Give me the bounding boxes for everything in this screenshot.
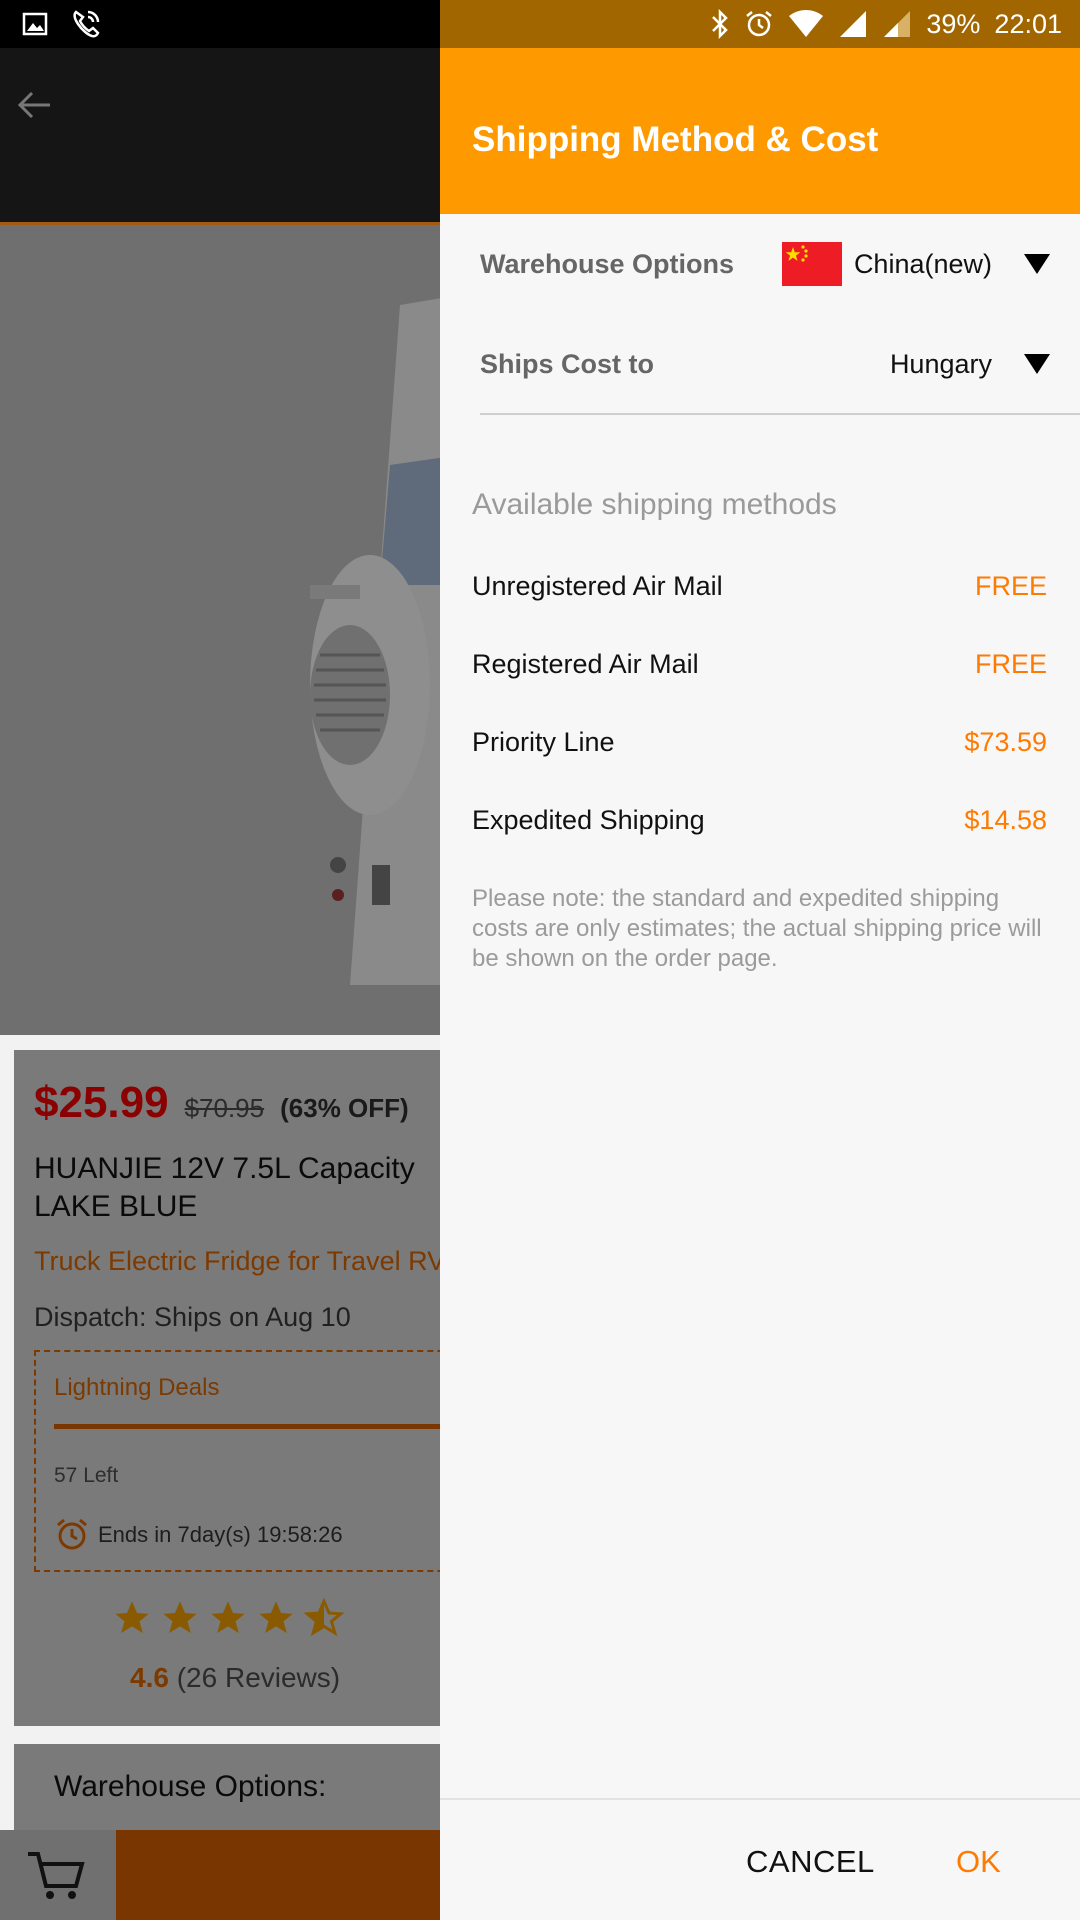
- shipping-method-row[interactable]: Registered Air Mail FREE: [472, 649, 1047, 680]
- cancel-button[interactable]: CANCEL: [746, 1844, 875, 1880]
- ships-to-dropdown[interactable]: Hungary: [890, 349, 1050, 380]
- discount-label: (63% OFF): [280, 1093, 409, 1123]
- deals-progress-bar: [54, 1424, 494, 1429]
- product-subtitle: Truck Electric Fridge for Travel RV: [34, 1246, 446, 1276]
- china-flag-icon: [781, 242, 842, 286]
- shipping-method-drawer: Shipping Method & Cost Warehouse Options…: [440, 48, 1080, 1920]
- shipping-method-cost: $14.58: [964, 805, 1047, 835]
- shipping-method-name: Unregistered Air Mail: [472, 571, 723, 601]
- cart-icon[interactable]: [26, 1850, 86, 1902]
- wifi-calling-icon: [70, 8, 102, 40]
- star-icon: [259, 1601, 293, 1633]
- lightning-deals-title: Lightning Deals: [54, 1374, 220, 1401]
- drawer-title: Shipping Method & Cost: [472, 120, 879, 159]
- deals-countdown: Ends in 7day(s) 19:58:26: [98, 1522, 343, 1547]
- shipping-method-name: Expedited Shipping: [472, 805, 705, 835]
- battery-percent: 39%: [926, 8, 981, 39]
- shipping-method-row[interactable]: Priority Line $73.59: [472, 727, 1047, 758]
- ships-to-label: Ships Cost to: [480, 348, 654, 379]
- shipping-method-row[interactable]: Unregistered Air Mail FREE: [472, 571, 1047, 602]
- back-arrow-icon[interactable]: [14, 84, 56, 126]
- footer-divider: [440, 1798, 1080, 1800]
- status-bar-right: 39% 22:01: [440, 0, 1080, 48]
- cell-signal-secondary-icon: [882, 9, 912, 39]
- product-title: HUANJIE 12V 7.5L Capacity LAKE BLUE: [34, 1152, 415, 1223]
- shipping-method-name: Priority Line: [472, 727, 615, 757]
- deals-stock-left: 57 Left: [54, 1464, 119, 1487]
- wifi-icon: [788, 10, 824, 38]
- ok-button[interactable]: OK: [956, 1844, 1001, 1880]
- warehouse-value: China(new): [853, 248, 992, 279]
- warehouse-dropdown[interactable]: China(new): [781, 242, 1050, 286]
- warehouse-option-row: Warehouse Options China(new): [480, 234, 1080, 294]
- shipping-method-name: Registered Air Mail: [472, 649, 699, 679]
- available-methods-title: Available shipping methods: [472, 488, 837, 521]
- review-count: (26 Reviews): [176, 1662, 341, 1693]
- shipping-method-cost: $73.59: [964, 727, 1047, 757]
- alarm-icon: [744, 9, 774, 39]
- warehouse-options-label: Warehouse Options:: [54, 1770, 327, 1803]
- shipping-method-cost: FREE: [974, 649, 1047, 679]
- fridge-image: [310, 295, 460, 985]
- rating-summary[interactable]: 4.6 (26 Reviews): [130, 1662, 340, 1694]
- dispatch-info: Dispatch: Ships on Aug 10: [34, 1302, 351, 1332]
- product-price: $25.99: [34, 1078, 169, 1127]
- rating-stars: [112, 1598, 344, 1638]
- alarm-clock-icon: [54, 1516, 90, 1552]
- original-price: $70.95: [184, 1093, 265, 1123]
- shipping-method-row[interactable]: Expedited Shipping $14.58: [472, 805, 1047, 836]
- shipping-method-cost: FREE: [974, 571, 1047, 601]
- half-star-icon: [304, 1598, 344, 1637]
- status-bar-left: [0, 0, 440, 48]
- ships-to-value: Hungary: [889, 348, 992, 379]
- bluetooth-icon: [710, 9, 730, 39]
- status-bar: 39% 22:01: [0, 0, 1080, 48]
- clock: 22:01: [994, 8, 1062, 39]
- image-notification-icon: [22, 11, 48, 37]
- divider: [480, 413, 1080, 415]
- warehouse-option-label: Warehouse Options: [480, 248, 735, 279]
- cell-signal-icon: [838, 9, 868, 39]
- star-icon: [115, 1601, 149, 1633]
- dropdown-arrow-icon: [1024, 254, 1050, 274]
- price-row: $25.99 $70.95 (63% OFF): [34, 1078, 409, 1128]
- rating-value: 4.6: [130, 1662, 169, 1693]
- drawer-header: Shipping Method & Cost: [440, 48, 1080, 214]
- shipping-note: Please note: the standard and expedited …: [472, 885, 1042, 972]
- ships-to-row: Ships Cost to Hungary: [480, 334, 1080, 394]
- star-icon: [211, 1601, 245, 1633]
- star-icon: [163, 1601, 197, 1633]
- dropdown-arrow-icon: [1024, 354, 1050, 374]
